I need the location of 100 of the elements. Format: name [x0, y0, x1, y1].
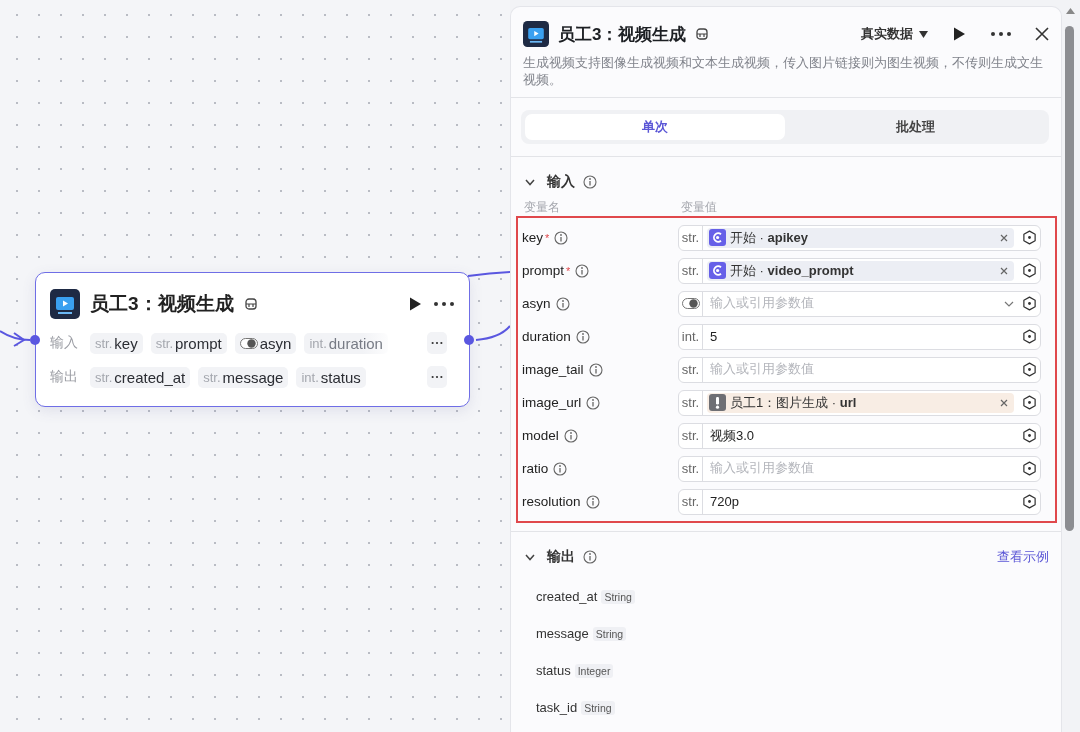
- template-icon[interactable]: [695, 27, 710, 41]
- parameter-name: key: [522, 230, 543, 245]
- value-field[interactable]: str. 输入或引用参数值: [678, 455, 1041, 482]
- type-tag: String: [592, 626, 627, 641]
- info-icon[interactable]: [586, 395, 601, 410]
- variable-icon[interactable]: [1022, 296, 1037, 311]
- value-field[interactable]: str. 输入或引用参数值: [678, 356, 1041, 383]
- value-field[interactable]: str. 开始 · apikey: [678, 224, 1041, 251]
- parameter-name: image_url: [522, 395, 582, 410]
- type-label: str.: [681, 461, 700, 476]
- column-header: 变量值: [681, 199, 717, 216]
- variable-icon[interactable]: [1022, 428, 1037, 443]
- variable-icon[interactable]: [1022, 329, 1037, 344]
- variable-icon[interactable]: [1022, 395, 1037, 410]
- required-mark: *: [545, 231, 550, 244]
- variable-icon[interactable]: [1022, 362, 1037, 377]
- workflow-node[interactable]: 员工3：视频生成 输入 str.key str.prompt asyn int.duration 输出 str.created_at str.message int.status: [35, 272, 470, 407]
- info-icon[interactable]: [585, 494, 600, 509]
- value-field[interactable]: str. 视频3.0: [678, 422, 1041, 449]
- column-header: 变量名: [524, 199, 561, 216]
- type-label: str.: [681, 428, 700, 443]
- type-label: str.: [203, 369, 221, 385]
- type-label: str.: [681, 362, 700, 377]
- connection-port[interactable]: [30, 335, 40, 345]
- output-name: message: [536, 626, 589, 641]
- parameter-name: prompt: [522, 263, 565, 278]
- parameter-name: image_tail: [522, 362, 584, 377]
- tab[interactable]: 批处理: [785, 114, 1045, 140]
- value-field[interactable]: int. 5: [678, 323, 1041, 350]
- parameter-name: resolution: [522, 494, 581, 509]
- info-icon[interactable]: [575, 263, 590, 278]
- type-label: str.: [681, 395, 700, 410]
- more-icon[interactable]: [431, 341, 443, 345]
- start-node-icon: [709, 262, 726, 279]
- info-icon[interactable]: [575, 329, 590, 344]
- more-icon[interactable]: [990, 31, 1012, 37]
- info-icon[interactable]: [583, 175, 597, 189]
- tab[interactable]: 单次: [525, 114, 785, 140]
- warning-icon: [709, 394, 726, 411]
- type-label: str.: [155, 335, 174, 351]
- value-field[interactable]: str. 720p: [678, 488, 1041, 515]
- data-source-dropdown[interactable]: 真实数据: [861, 25, 928, 43]
- type-label: str.: [95, 335, 113, 351]
- type-label: int.: [681, 329, 700, 344]
- field-value: 视频3.0: [709, 426, 755, 445]
- value-field[interactable]: str. 开始 · video_prompt: [678, 257, 1041, 284]
- toggle-icon[interactable]: [239, 337, 258, 349]
- clear-icon[interactable]: [1000, 398, 1008, 407]
- reference-text: 开始 · video_prompt: [730, 261, 854, 280]
- value-field[interactable]: str. 员工1：图片生成 · url: [678, 389, 1041, 416]
- variable-icon[interactable]: [1022, 461, 1037, 476]
- section-title: 输出: [547, 548, 575, 566]
- connector-line: [475, 325, 510, 341]
- toggle-icon[interactable]: [681, 298, 700, 309]
- chevron-icon[interactable]: [525, 553, 535, 561]
- parameter-name: ratio: [522, 461, 549, 476]
- info-icon[interactable]: [583, 550, 597, 564]
- connector-line: [467, 271, 510, 277]
- play-icon[interactable]: [951, 26, 967, 42]
- info-icon[interactable]: [555, 296, 570, 311]
- clear-icon[interactable]: [1000, 266, 1008, 275]
- chevron-icon[interactable]: [525, 178, 535, 186]
- reference-text: 开始 · apikey: [730, 228, 809, 247]
- connection-port[interactable]: [464, 335, 474, 345]
- type-label: str.: [681, 494, 700, 509]
- type-label: int.: [309, 335, 327, 351]
- app-icon: [523, 21, 549, 47]
- info-icon[interactable]: [563, 428, 578, 443]
- variable-icon[interactable]: [1022, 230, 1037, 245]
- close-icon[interactable]: [1035, 27, 1049, 41]
- info-icon[interactable]: [588, 362, 603, 377]
- view-example-link[interactable]: 查看示例: [997, 548, 1049, 566]
- info-icon[interactable]: [554, 230, 569, 245]
- clear-icon[interactable]: [1000, 233, 1008, 242]
- variable-icon[interactable]: [1022, 494, 1037, 509]
- section-title: 输入: [547, 173, 575, 191]
- more-icon[interactable]: [431, 375, 443, 379]
- app-icon: [50, 289, 80, 319]
- field-value: 5: [709, 329, 718, 344]
- output-name: task_id: [536, 700, 578, 715]
- type-tag: String: [581, 700, 615, 715]
- more-icon[interactable]: [433, 301, 455, 307]
- field-value: 720p: [709, 494, 739, 509]
- scrollbar-thumb[interactable]: [1065, 26, 1074, 531]
- template-icon[interactable]: [243, 297, 258, 311]
- variable-name: status: [320, 368, 361, 386]
- type-tag: String: [601, 589, 635, 604]
- start-node-icon: [709, 229, 726, 246]
- field-placeholder: 输入或引用参数值: [709, 361, 814, 378]
- play-icon[interactable]: [407, 296, 423, 312]
- type-tag: Integer: [574, 663, 614, 678]
- chevron-down-icon[interactable]: [1004, 300, 1014, 307]
- variable-name: duration: [328, 334, 383, 352]
- info-icon[interactable]: [553, 461, 568, 476]
- scroll-up-icon[interactable]: [1066, 8, 1075, 14]
- variable-icon[interactable]: [1022, 263, 1037, 278]
- panel-title: 员工3：视频生成: [558, 23, 687, 46]
- type-label: str.: [95, 369, 113, 385]
- field-placeholder: 输入或引用参数值: [709, 295, 814, 312]
- field-placeholder: 输入或引用参数值: [709, 460, 814, 477]
